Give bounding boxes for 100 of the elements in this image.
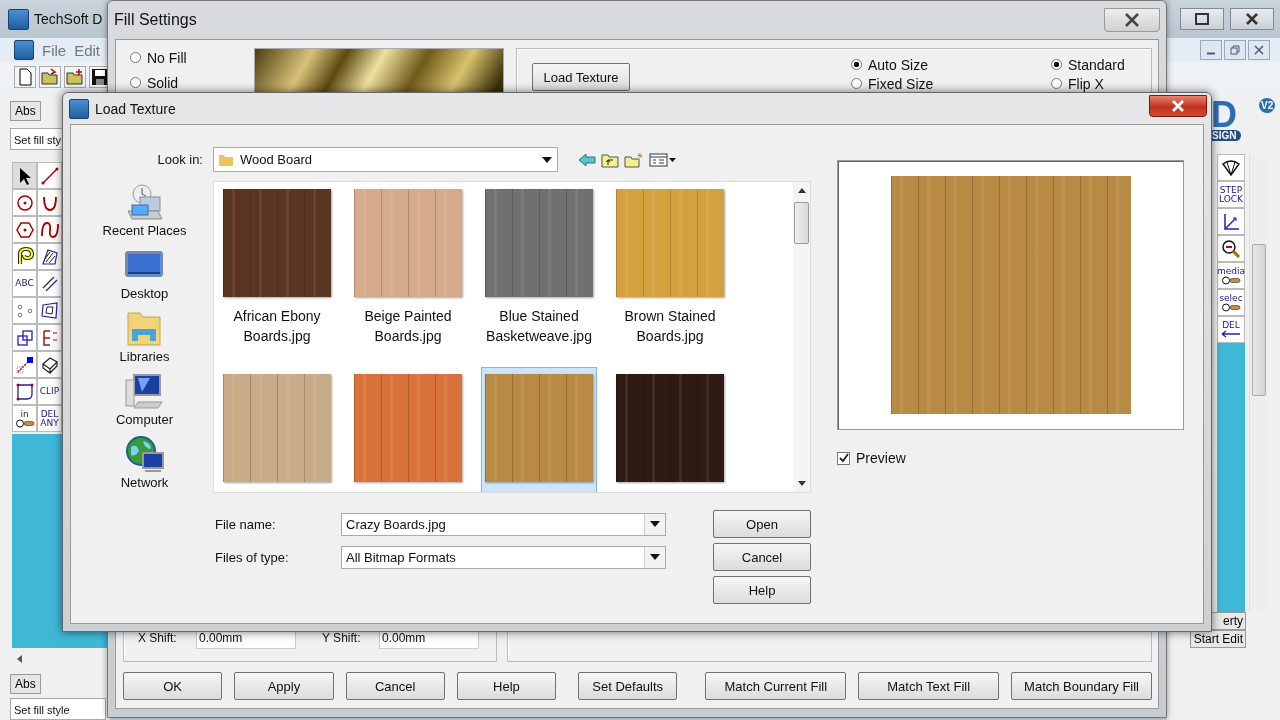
tool-button[interactable] <box>37 162 62 189</box>
tool-button[interactable] <box>12 189 37 216</box>
abs-button[interactable]: Abs <box>10 101 41 121</box>
dialog-button[interactable]: Cancel <box>345 672 445 700</box>
up-folder-icon[interactable] <box>601 151 619 168</box>
look-in-dropdown[interactable]: Wood Board <box>213 147 558 172</box>
scroll-thumb[interactable] <box>794 202 809 244</box>
place-item[interactable]: Computer <box>115 372 174 435</box>
dialog-title: Fill Settings <box>114 11 197 29</box>
minimize-icon <box>1207 51 1215 55</box>
tool-button[interactable]: ABC <box>12 270 37 297</box>
radio-button[interactable]: Solid <box>130 73 254 92</box>
window-title: TechSoft D <box>34 11 103 27</box>
logo-icon <box>69 98 89 119</box>
tool-button[interactable] <box>37 297 62 324</box>
tool-button[interactable] <box>12 378 37 405</box>
tool-button[interactable]: DEL ANY <box>37 405 62 432</box>
menu-item[interactable]: Edit <box>74 41 101 59</box>
close-button[interactable] <box>1230 8 1274 30</box>
line-icon <box>39 165 60 186</box>
field-label: Files of type: <box>215 549 290 565</box>
dialog-button[interactable]: Set Defaults <box>578 672 678 700</box>
scrollbar[interactable] <box>793 182 810 492</box>
texture-tile[interactable]: Blue Stained Basketweave.jpg <box>481 182 597 366</box>
status-field: Set fill style <box>10 698 106 720</box>
dialog-button[interactable]: Match Boundary Fill <box>1011 672 1152 700</box>
polygon-icon <box>39 300 60 321</box>
tool-button[interactable] <box>12 324 37 351</box>
scroll-up-icon[interactable] <box>796 186 807 194</box>
dialog-button[interactable]: Help <box>456 672 557 700</box>
check-icon <box>838 453 849 463</box>
maximize-button[interactable] <box>1180 8 1224 30</box>
place-item[interactable]: Libraries <box>119 309 170 372</box>
back-arrow-icon[interactable] <box>578 152 596 167</box>
tool-button[interactable]: in <box>12 405 37 432</box>
arrow-left-icon <box>1221 330 1241 338</box>
tool-button[interactable] <box>12 216 37 243</box>
view-menu-icon[interactable] <box>649 152 677 167</box>
tool-button[interactable]: STEP LOCK <box>1217 181 1245 208</box>
close-icon <box>1171 99 1185 112</box>
network-icon <box>124 435 165 475</box>
close-icon <box>1245 13 1259 25</box>
folder-icon[interactable] <box>64 66 86 88</box>
dialog-button[interactable]: OK <box>123 672 223 700</box>
hatch-icon <box>39 246 60 267</box>
tool-button[interactable] <box>1217 154 1245 181</box>
place-item[interactable]: Desktop <box>120 246 169 309</box>
radio-button[interactable]: Auto Size <box>851 55 1051 74</box>
radio-button[interactable]: Flip X <box>1051 74 1151 93</box>
help-button[interactable]: Help <box>713 576 811 604</box>
open-button[interactable]: Open <box>713 510 811 538</box>
radio-button[interactable]: No Fill <box>130 48 254 67</box>
file-type-dropdown[interactable]: All Bitmap Formats <box>341 545 666 569</box>
place-item[interactable]: Recent Places <box>102 183 187 246</box>
texture-tile[interactable]: Brown Stained Boards.jpg <box>612 182 728 366</box>
tool-button[interactable]: DEL <box>1217 316 1245 343</box>
texture-tile[interactable]: Beige Painted Boards.jpg <box>350 182 466 366</box>
toggle-icon <box>1221 275 1241 285</box>
close-button[interactable] <box>1248 40 1270 60</box>
scroll-down-icon[interactable] <box>796 480 807 488</box>
document-icon[interactable] <box>14 66 36 88</box>
restore-button[interactable] <box>1224 40 1246 60</box>
tool-button[interactable] <box>12 243 37 270</box>
place-item[interactable]: Network <box>120 435 169 498</box>
new-folder-icon[interactable] <box>624 151 644 168</box>
folder-icon[interactable] <box>39 66 61 88</box>
close-button[interactable] <box>1104 8 1160 32</box>
squares-icon <box>14 327 35 348</box>
close-icon <box>1124 13 1140 27</box>
tool-button[interactable] <box>1217 235 1245 262</box>
tool-button[interactable]: CLIP <box>37 378 62 405</box>
radio-button[interactable]: Fixed Size <box>851 74 1051 93</box>
tool-button[interactable] <box>37 351 62 378</box>
scroll-left-icon[interactable] <box>16 654 24 664</box>
field-label: Look in: <box>156 152 204 167</box>
toggle-icon <box>14 418 35 428</box>
dialog-button[interactable]: Match Text Fill <box>858 672 1000 700</box>
cancel-button[interactable]: Cancel <box>713 543 811 571</box>
dialog-button[interactable]: Match Current Fill <box>705 672 847 700</box>
panel-button[interactable]: Start Edit <box>1190 630 1246 648</box>
dialog-button[interactable]: Apply <box>234 672 334 700</box>
file-name-field[interactable]: Crazy Boards.jpg <box>341 512 666 536</box>
corner-icon <box>14 381 35 402</box>
tool-button[interactable] <box>37 216 62 243</box>
tool-button[interactable] <box>37 270 62 297</box>
texture-tile[interactable]: African Ebony Boards.jpg <box>219 182 335 366</box>
tool-button[interactable]: media <box>1217 262 1245 289</box>
tool-button[interactable] <box>37 189 62 216</box>
tool-button[interactable] <box>37 243 62 270</box>
menu-item[interactable]: File <box>42 41 67 59</box>
close-button[interactable] <box>1149 94 1207 117</box>
tool-button[interactable]: selec <box>1217 289 1245 316</box>
preview-checkbox[interactable]: Preview <box>837 450 1184 466</box>
tool-button[interactable] <box>12 351 37 378</box>
radio-button[interactable]: Standard <box>1051 55 1151 74</box>
circle-icon <box>14 192 35 213</box>
caret-icon <box>650 521 660 527</box>
abs-button[interactable]: Abs <box>10 674 41 694</box>
tool-button[interactable] <box>12 162 37 189</box>
load-texture-button[interactable]: Load Texture <box>532 63 630 91</box>
